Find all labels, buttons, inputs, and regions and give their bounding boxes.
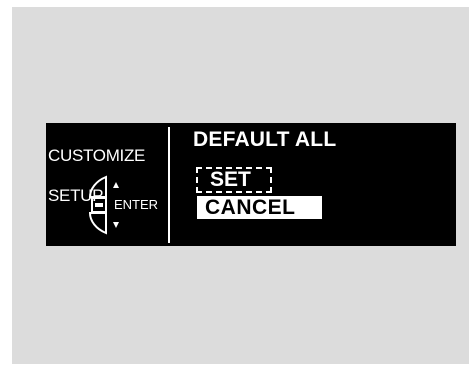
option-set[interactable]: SET [196, 167, 272, 193]
lcd-display: CUSTOMIZE SETUP ENTER DEFAULT ALL SET CA… [46, 123, 456, 246]
enter-label: ENTER [114, 197, 159, 212]
triangle-up-icon [113, 182, 119, 188]
option-cancel-selected[interactable]: CANCEL [197, 196, 322, 219]
triangle-down-icon [113, 222, 119, 228]
enter-button-icon [91, 197, 107, 213]
panel-divider [168, 127, 170, 243]
panel-title-line1: CUSTOMIZE [48, 146, 146, 165]
screen-title: DEFAULT ALL [193, 128, 337, 151]
selector-knob[interactable]: ENTER [86, 169, 166, 241]
figure-background: CUSTOMIZE SETUP ENTER DEFAULT ALL SET CA… [12, 7, 469, 364]
control-panel: CUSTOMIZE SETUP ENTER [46, 123, 168, 246]
